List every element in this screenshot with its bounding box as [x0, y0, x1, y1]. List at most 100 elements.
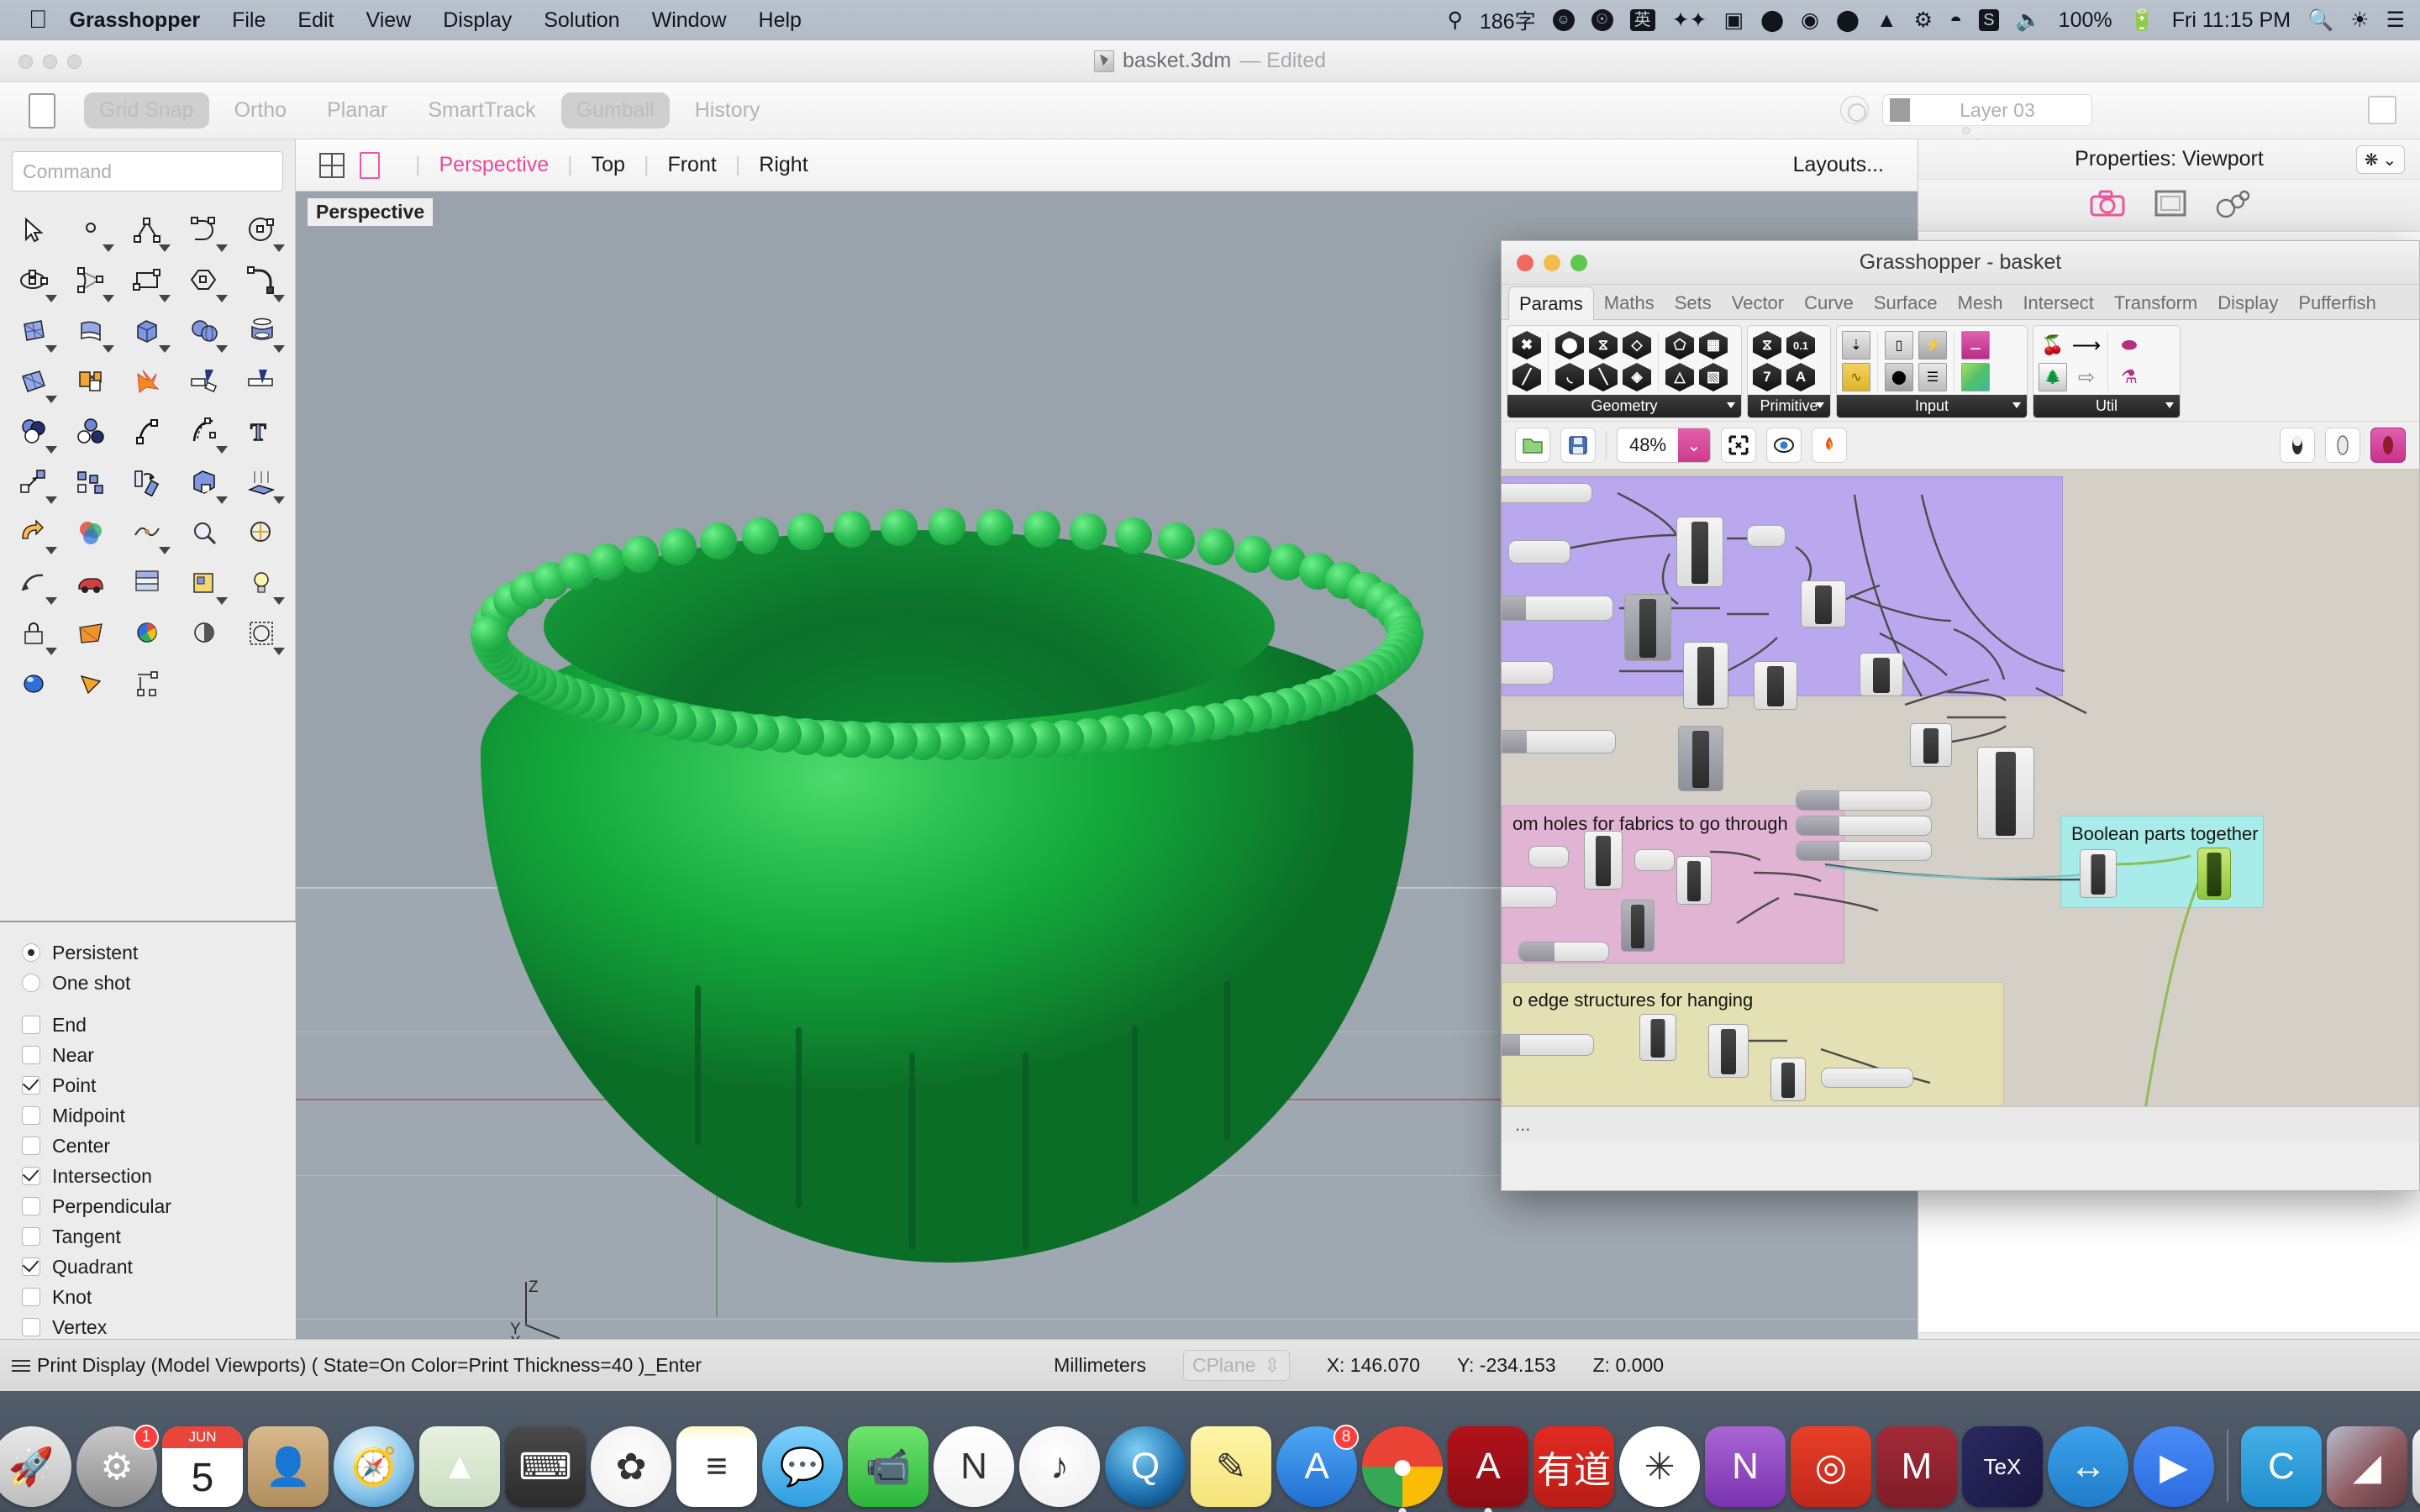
volume-icon[interactable]: 🔈: [2016, 8, 2042, 33]
gh-tab-display[interactable]: Display: [2207, 286, 2288, 319]
dock-item-acrobat[interactable]: A: [1448, 1426, 1528, 1507]
tool-extrude-icon[interactable]: [233, 457, 290, 507]
tool-viewport-icon[interactable]: [233, 608, 290, 659]
bake-icon[interactable]: [1812, 428, 1847, 463]
tool-boolean-solid-icon[interactable]: [5, 407, 62, 457]
gh-param[interactable]: [1502, 886, 1557, 908]
tool-vehicle-icon[interactable]: [62, 558, 119, 608]
gh-tab-params[interactable]: Params: [1508, 286, 1594, 320]
dock-item-rhino[interactable]: ◢: [2327, 1426, 2407, 1507]
maximize-button[interactable]: [67, 55, 82, 69]
open-folder-icon[interactable]: [1515, 428, 1550, 463]
cplane-selector[interactable]: CPlane ⇳: [1183, 1350, 1290, 1381]
gh-param[interactable]: [1634, 849, 1675, 871]
gh-component[interactable]: [1801, 580, 1846, 627]
tool-boolean-difference-icon[interactable]: [176, 457, 233, 507]
eye-circle-icon[interactable]: [1840, 96, 1869, 124]
tool-explode-icon[interactable]: [119, 356, 176, 407]
gh-component[interactable]: [1708, 1024, 1749, 1078]
tool-fillet-surface-icon[interactable]: [5, 507, 62, 558]
tool-color-wheel-icon[interactable]: [119, 608, 176, 659]
layer-selector[interactable]: Layer 03: [1882, 94, 2092, 126]
viewport-tab-top[interactable]: Top: [592, 153, 625, 177]
tool-zoom-icon[interactable]: [176, 507, 233, 558]
dock-item-notes[interactable]: ≡: [676, 1426, 757, 1507]
dock-item-mendeley[interactable]: M: [1876, 1426, 1957, 1507]
input-graph-mapper-icon[interactable]: ∿: [1840, 362, 1872, 392]
menu-item-edit[interactable]: Edit: [297, 8, 334, 33]
osnap-center[interactable]: Center: [22, 1131, 296, 1161]
tool-curve-edit-icon[interactable]: [119, 407, 176, 457]
panel-icon[interactable]: [2368, 96, 2396, 124]
gh-component[interactable]: [1860, 653, 1903, 696]
bluetooth-icon[interactable]: ⚙: [1914, 8, 1933, 33]
tool-analyze-icon[interactable]: [119, 507, 176, 558]
lock-icon[interactable]: [1963, 127, 1970, 134]
tool-light-icon[interactable]: [233, 558, 290, 608]
tool-circles-icon[interactable]: [62, 407, 119, 457]
tool-revolve-icon[interactable]: [233, 306, 290, 356]
ime-english-icon[interactable]: 英: [1630, 9, 1655, 31]
tool-display-mode-icon[interactable]: [176, 608, 233, 659]
gh-component[interactable]: [1584, 831, 1623, 890]
gh-tab-maths[interactable]: Maths: [1594, 286, 1665, 319]
geometry-mesh-icon[interactable]: ▦: [1697, 330, 1729, 360]
tool-mesh-icon[interactable]: [5, 356, 62, 407]
checkbox-end[interactable]: [22, 1016, 40, 1034]
tool-arc-tangent-icon[interactable]: [62, 255, 119, 306]
gh-preferences-icon[interactable]: [2370, 428, 2406, 463]
geometry-brep-icon[interactable]: ⬠: [1664, 330, 1696, 360]
gh-slider[interactable]: [1796, 816, 1932, 836]
geometry-geometry-icon[interactable]: ▧: [1697, 362, 1729, 392]
sync-icon[interactable]: ◉: [1801, 8, 1819, 33]
gh-param[interactable]: [1747, 525, 1786, 547]
toggle-planar[interactable]: Planar: [312, 92, 402, 129]
gh-component[interactable]: [1621, 900, 1655, 952]
layouts-button[interactable]: Layouts...: [1793, 153, 1884, 177]
preview-shaded-icon[interactable]: [2280, 428, 2315, 463]
tool-surface-from-points-icon[interactable]: [5, 306, 62, 356]
util-arrow-right-hollow-icon[interactable]: ⇨: [2070, 362, 2102, 392]
util-cherry-icon[interactable]: 🍒: [2037, 330, 2069, 360]
input-boolean-toggle-icon[interactable]: ▯: [1883, 330, 1915, 360]
battery-charging-icon[interactable]: 🔋: [2129, 8, 2155, 33]
gh-tab-intersect[interactable]: Intersect: [2012, 286, 2103, 319]
gh-param[interactable]: [1528, 846, 1569, 868]
osnap-tangent[interactable]: Tangent: [22, 1221, 296, 1252]
airplay-icon[interactable]: ▲: [1876, 8, 1897, 33]
wifi-icon[interactable]: ◓: [1949, 8, 1962, 33]
dock-item-stickies[interactable]: ✎: [1191, 1426, 1271, 1507]
checkbox-point[interactable]: [22, 1076, 40, 1095]
gh-tab-sets[interactable]: Sets: [1665, 286, 1722, 319]
gh-tab-mesh[interactable]: Mesh: [1948, 286, 2013, 319]
display-icon[interactable]: ▣: [1723, 8, 1744, 33]
gh-component[interactable]: [2080, 849, 2117, 898]
tool-pan-icon[interactable]: [233, 507, 290, 558]
command-input[interactable]: Command: [12, 151, 283, 192]
zoom-level-selector[interactable]: 48% ⌄: [1617, 428, 1711, 463]
toggle-gumball[interactable]: Gumball: [561, 92, 670, 129]
gh-slider[interactable]: [1796, 841, 1932, 861]
dock-item-grasshopper[interactable]: 6: [2412, 1426, 2420, 1507]
toggle-history[interactable]: History: [680, 92, 776, 129]
gh-param[interactable]: [1508, 540, 1570, 564]
osnap-quadrant[interactable]: Quadrant: [22, 1252, 296, 1282]
viewport-label[interactable]: Perspective: [308, 198, 433, 226]
primitive-text-icon[interactable]: A: [1785, 362, 1817, 392]
tool-text-icon[interactable]: T: [233, 407, 290, 457]
checkbox-tangent[interactable]: [22, 1227, 40, 1246]
input-knob-icon[interactable]: ⬤: [1883, 362, 1915, 392]
gh-slider[interactable]: [1502, 1034, 1594, 1056]
tool-block-icon[interactable]: [176, 558, 233, 608]
gh-window-controls[interactable]: [1517, 255, 1587, 271]
geometry-box-icon[interactable]: △: [1664, 362, 1696, 392]
tool-material-icon[interactable]: [5, 659, 62, 709]
gh-slider[interactable]: [1502, 730, 1616, 753]
tool-cone-icon[interactable]: [62, 659, 119, 709]
gh-component[interactable]: [1910, 723, 1952, 767]
menu-item-display[interactable]: Display: [443, 8, 512, 33]
gh-component[interactable]: [1683, 642, 1728, 709]
page-icon[interactable]: [29, 93, 55, 129]
basket-model[interactable]: [443, 515, 1451, 1246]
checkbox-vertex[interactable]: [22, 1318, 40, 1336]
